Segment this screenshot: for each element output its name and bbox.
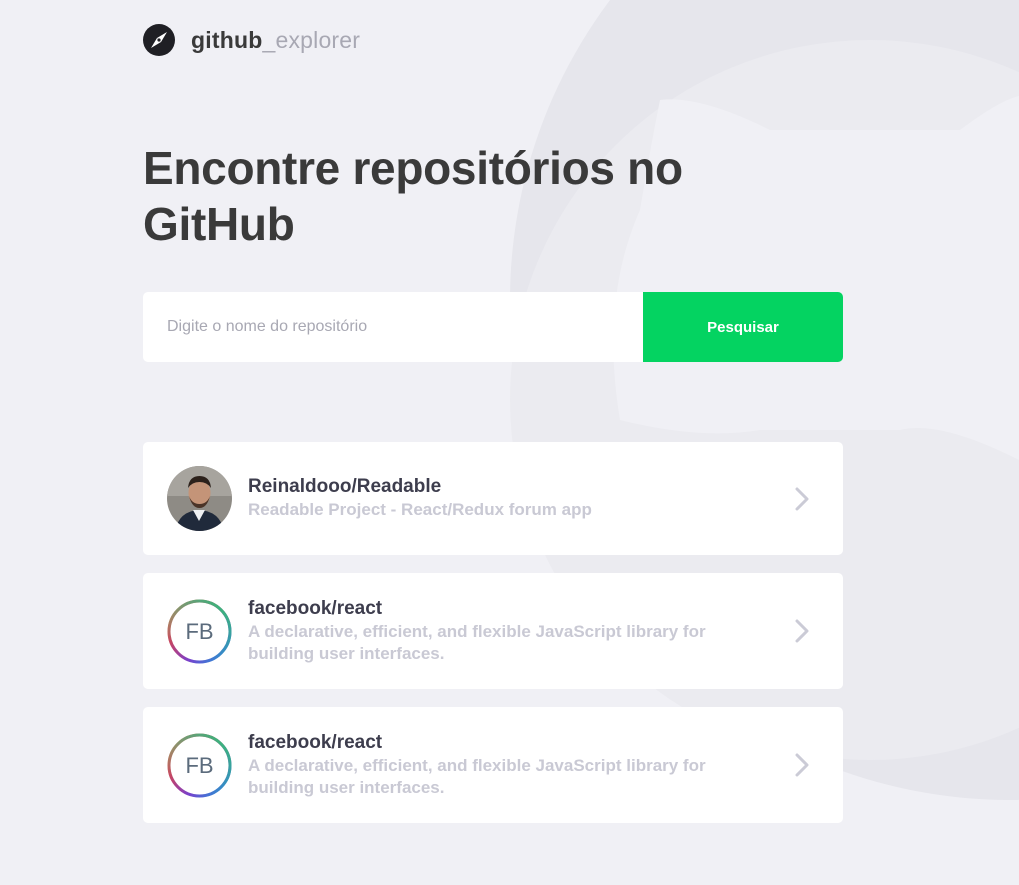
chevron-right-icon xyxy=(795,619,809,643)
user-photo-avatar xyxy=(167,466,232,531)
repository-name: facebook/react xyxy=(248,731,383,753)
logo-text-github: github xyxy=(191,26,263,53)
chevron-right-icon xyxy=(795,487,809,510)
page-title: Encontre repositórios no GitHub xyxy=(143,142,683,250)
repository-description: Readable Project - React/Redux forum app xyxy=(248,500,592,519)
repository-item[interactable]: Reinaldooo/Readable Readable Project - R… xyxy=(143,442,843,555)
fb-avatar-text: FB xyxy=(185,753,213,778)
repository-info: facebook/react A declarative, efficient,… xyxy=(248,598,773,665)
repository-info: Reinaldooo/Readable Readable Project - R… xyxy=(248,476,773,521)
app-logo: github_explorer xyxy=(143,22,360,58)
chevron-right-icon xyxy=(795,753,809,777)
logo-text: github_explorer xyxy=(191,27,360,54)
search-form: Pesquisar xyxy=(143,292,843,362)
repository-name: facebook/react xyxy=(248,597,383,619)
repository-description: A declarative, efficient, and flexible J… xyxy=(248,621,706,663)
repository-item[interactable]: FB facebook/react A declarative, efficie… xyxy=(143,573,843,689)
repository-search-input[interactable] xyxy=(143,292,643,362)
repository-info: facebook/react A declarative, efficient,… xyxy=(248,732,773,799)
logo-text-explorer: explorer xyxy=(275,26,361,53)
fb-logo-avatar: FB xyxy=(167,733,232,798)
fb-logo-avatar: FB xyxy=(167,599,232,664)
repository-name: Reinaldooo/Readable xyxy=(248,476,442,497)
repository-item[interactable]: FB facebook/react A declarative, efficie… xyxy=(143,707,843,823)
fb-avatar-text: FB xyxy=(185,619,213,644)
repository-list: Reinaldooo/Readable Readable Project - R… xyxy=(143,442,843,823)
repository-description: A declarative, efficient, and flexible J… xyxy=(248,755,706,797)
search-button[interactable]: Pesquisar xyxy=(643,292,843,362)
logo-text-separator: _ xyxy=(262,26,276,53)
compass-icon xyxy=(143,24,175,56)
